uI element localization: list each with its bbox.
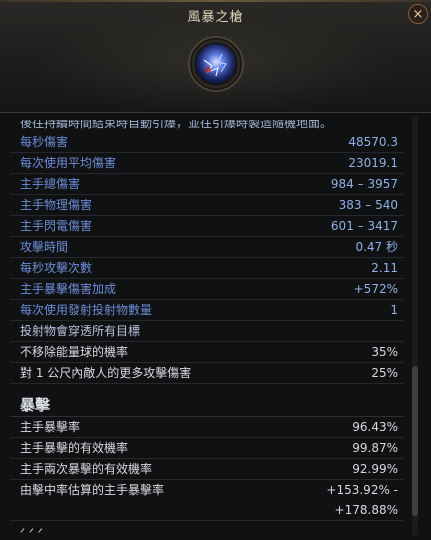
skill-tooltip-panel: 風暴之槍 × 後往持續時間結束時自動引爆，並往引爆時製造隨機地面。 每秒傷害 4…: [0, 0, 431, 540]
modifier-label: 不移除能量球的機率: [20, 345, 129, 359]
pierce-note-row: 投射物會穿透所有目標: [10, 321, 404, 342]
stat-value: 383 – 540: [338, 198, 398, 212]
modifier-label: 對 1 公尺內敵人的更多攻擊傷害: [20, 366, 192, 380]
stat-row: 每次使用平均傷害 23019.1: [10, 153, 404, 174]
clipped-next-row: ᐟ ᐟ ᐟ: [20, 526, 43, 540]
stat-label: 每秒攻擊次數: [20, 261, 93, 275]
stat-label: 攻擊時間: [20, 240, 69, 254]
stat-value: 2.11: [371, 261, 398, 275]
modifier-row: 對 1 公尺內敵人的更多攻擊傷害 25%: [10, 363, 404, 384]
stats-list: 每秒傷害 48570.3 每次使用平均傷害 23019.1 主手總傷害 984 …: [10, 132, 404, 540]
crit-estimate-value-line2: +178.88%: [334, 503, 398, 517]
stat-row: 每次使用發射投射物數量 1: [10, 300, 404, 321]
skill-title: 風暴之槍: [187, 10, 244, 25]
stat-value: 0.47 秒: [355, 240, 398, 254]
stat-label: 主手物理傷害: [20, 198, 93, 212]
scrollbar-thumb[interactable]: [412, 366, 418, 516]
modifier-value: 25%: [371, 366, 398, 380]
stat-value: 601 – 3417: [330, 219, 398, 233]
crit-label: 主手暴擊率: [20, 420, 81, 434]
crit-label: 主手暴擊的有效機率: [20, 441, 129, 455]
crit-value: 96.43%: [352, 420, 398, 434]
crit-row: 主手暴擊率 96.43%: [10, 417, 404, 438]
crit-row: 主手兩次暴擊的有效機率 92.99%: [10, 459, 404, 480]
stat-label: 主手閃電傷害: [20, 219, 93, 233]
modifier-value: 35%: [371, 345, 398, 359]
crit-estimate-row: 由擊中率估算的主手暴擊率 +153.92% - +178.88%: [10, 480, 404, 521]
stat-value: 23019.1: [348, 156, 398, 170]
stat-value: +572%: [353, 282, 398, 296]
crit-section-title: 暴擊: [10, 390, 404, 417]
crit-value: 92.99%: [352, 462, 398, 476]
stat-row: 每秒攻擊次數 2.11: [10, 258, 404, 279]
crit-estimate-value: +153.92% - +178.88%: [326, 480, 398, 520]
stat-label: 每秒傷害: [20, 135, 69, 149]
stat-row: 主手總傷害 984 – 3957: [10, 174, 404, 195]
stat-row: 主手暴擊傷害加成 +572%: [10, 279, 404, 300]
stat-row: 攻擊時間 0.47 秒: [10, 237, 404, 258]
stat-row: 主手閃電傷害 601 – 3417: [10, 216, 404, 237]
tooltip-header: 風暴之槍 ×: [0, 0, 431, 113]
stat-label: 每次使用發射投射物數量: [20, 303, 153, 317]
close-icon[interactable]: ×: [408, 4, 428, 24]
stat-label: 主手總傷害: [20, 177, 81, 191]
crit-estimate-label: 由擊中率估算的主手暴擊率: [20, 483, 165, 497]
stat-value: 48570.3: [348, 135, 398, 149]
stat-row: 主手物理傷害 383 – 540: [10, 195, 404, 216]
modifier-row: 不移除能量球的機率 35%: [10, 342, 404, 363]
crit-row: 主手暴擊的有效機率 99.87%: [10, 438, 404, 459]
clipped-description-line: 後往持續時間結束時自動引爆，並往引爆時製造隨機地面。: [20, 116, 333, 130]
stat-label: 主手暴擊傷害加成: [20, 282, 117, 296]
crit-estimate-value-line1: +153.92% -: [326, 483, 398, 497]
stat-label: 每次使用平均傷害: [20, 156, 117, 170]
stat-value: 984 – 3957: [330, 177, 398, 191]
stat-value: 1: [390, 303, 398, 317]
stat-row: 每秒傷害 48570.3: [10, 132, 404, 153]
pierce-note: 投射物會穿透所有目標: [20, 324, 141, 338]
crit-value: 99.87%: [352, 441, 398, 455]
scrollbar-track[interactable]: [412, 116, 418, 536]
storm-lance-skill-icon: [188, 36, 244, 92]
crit-label: 主手兩次暴擊的有效機率: [20, 462, 153, 476]
